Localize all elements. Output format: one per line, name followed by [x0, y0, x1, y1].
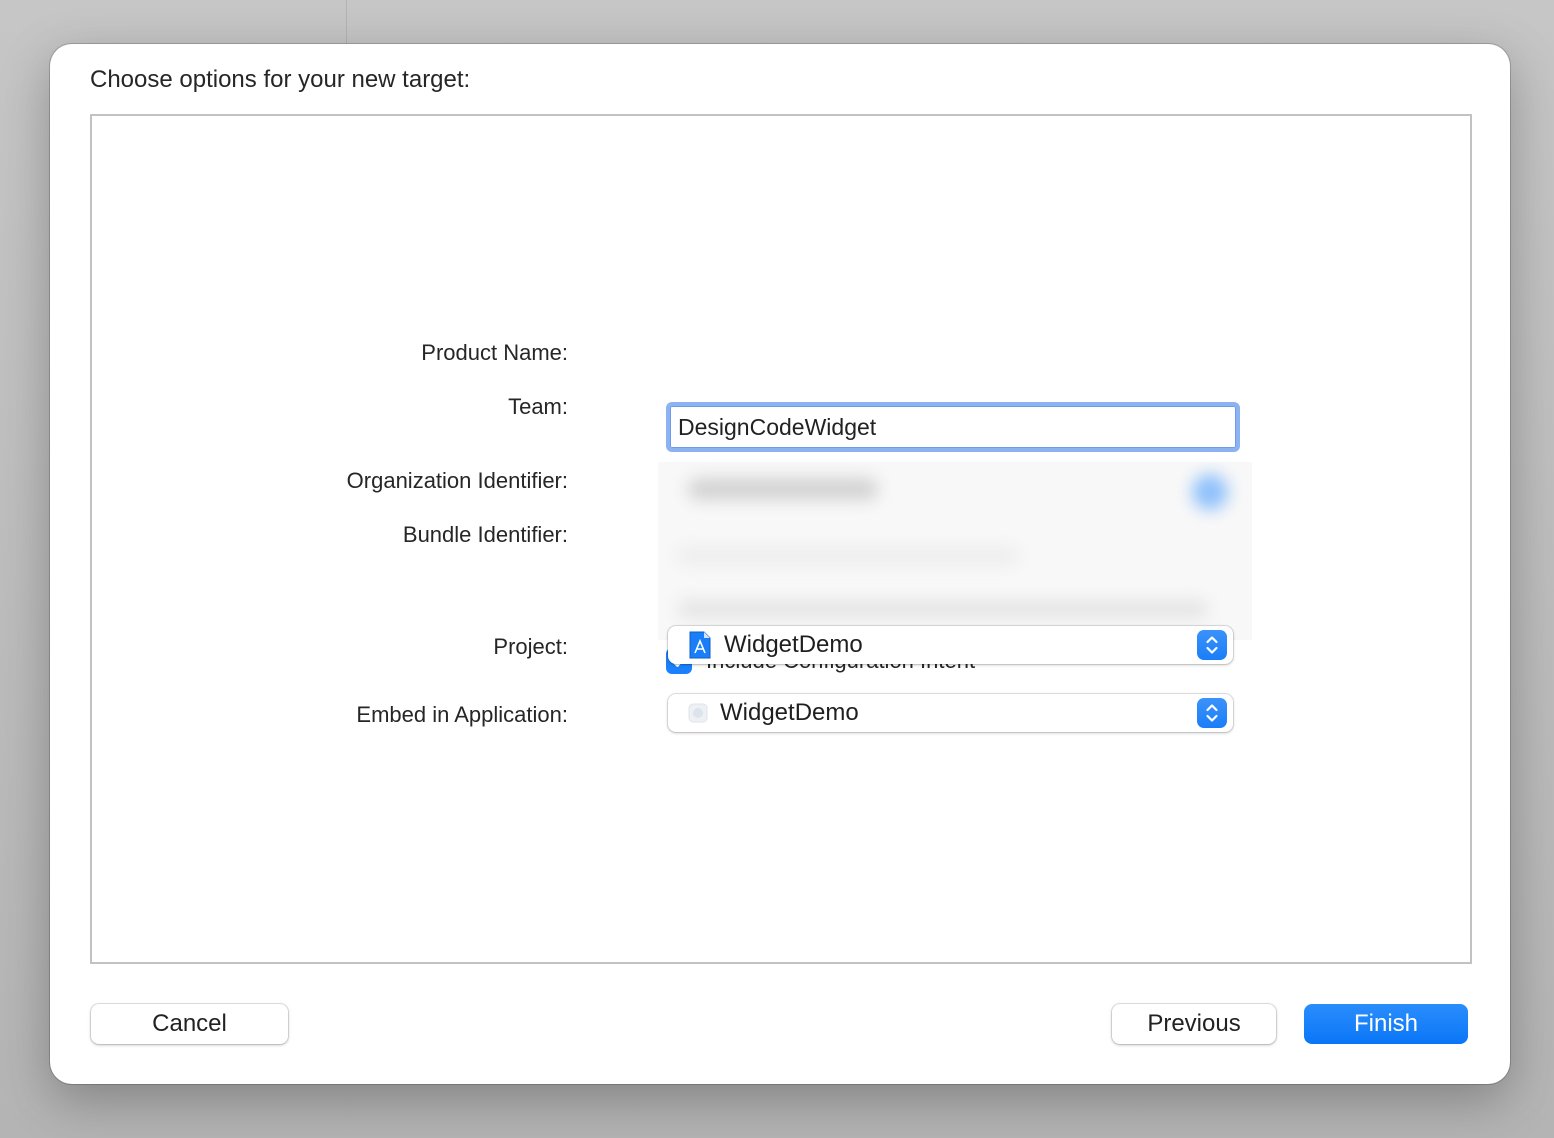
project-popup-stepper[interactable] [1197, 630, 1227, 660]
finish-button[interactable]: Finish [1304, 1004, 1468, 1044]
options-panel: Product Name: Team: Organization Identif… [90, 114, 1472, 964]
team-stepper-redacted[interactable] [1192, 474, 1228, 510]
xcode-project-icon [688, 631, 712, 659]
project-label: Project: [493, 634, 568, 659]
embed-in-application-popup-stepper[interactable] [1197, 698, 1227, 728]
previous-button[interactable]: Previous [1112, 1004, 1276, 1044]
embed-in-application-popup-value: WidgetDemo [720, 699, 859, 726]
embed-in-application-popup[interactable]: WidgetDemo [668, 694, 1233, 732]
product-name-label: Product Name: [421, 340, 568, 365]
app-icon [686, 699, 710, 727]
chevron-up-down-icon [1206, 636, 1218, 654]
project-popup[interactable]: WidgetDemo [668, 626, 1233, 664]
chevron-up-down-icon [1206, 704, 1218, 722]
bundle-identifier-redacted [678, 600, 1208, 618]
team-popup-redacted[interactable] [688, 478, 878, 500]
bundle-identifier-label: Bundle Identifier: [402, 522, 568, 547]
new-target-options-sheet: Choose options for your new target: Prod… [50, 44, 1510, 1084]
product-name-field[interactable] [666, 402, 1240, 452]
product-name-input[interactable] [670, 406, 1236, 448]
organization-identifier-redacted[interactable] [678, 548, 1018, 564]
redacted-fields-area [658, 462, 1252, 640]
sheet-title: Choose options for your new target: [90, 66, 471, 93]
project-popup-value: WidgetDemo [724, 631, 863, 658]
team-label: Team: [508, 394, 568, 419]
embed-in-application-label: Embed in Application: [356, 702, 568, 727]
cancel-button[interactable]: Cancel [91, 1004, 288, 1044]
organization-identifier-label: Organization Identifier: [346, 468, 568, 493]
